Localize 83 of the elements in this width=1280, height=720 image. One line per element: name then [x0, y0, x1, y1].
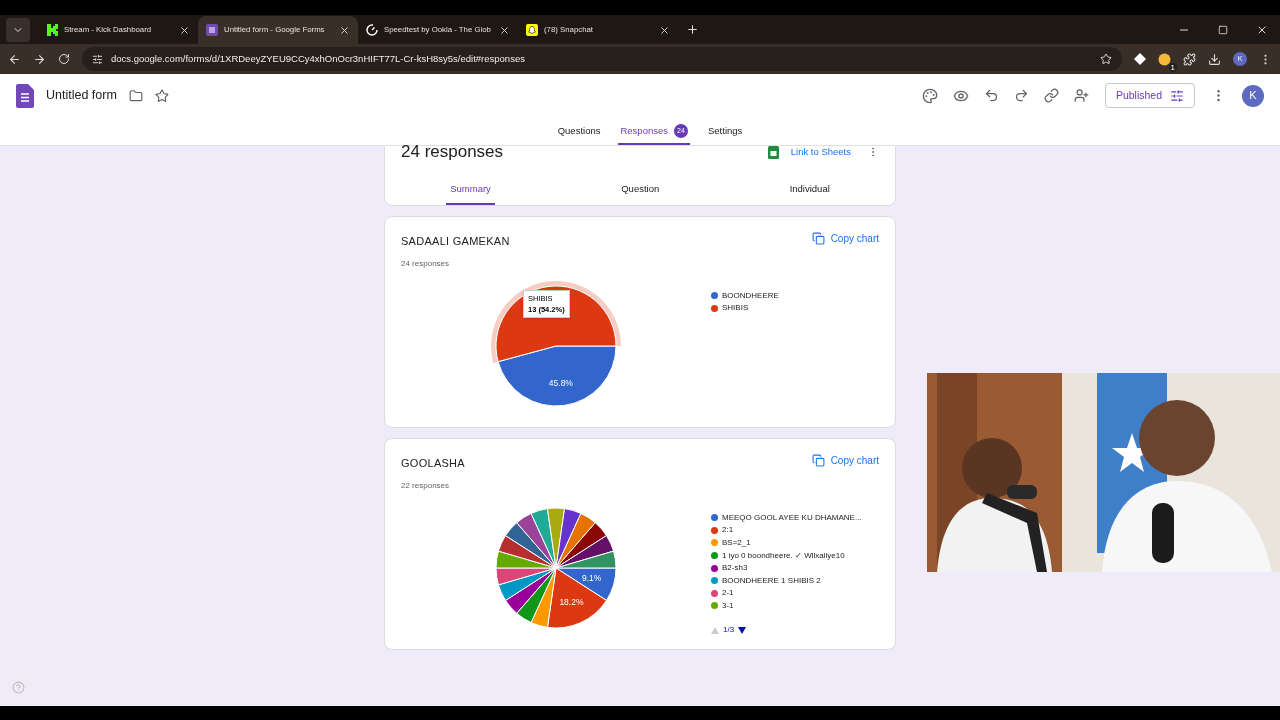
form-title[interactable]: Untitled form	[46, 86, 117, 106]
slice-label: 9.1%	[582, 573, 602, 584]
legend-label: BOONDHEERE	[722, 289, 779, 302]
question-title: GOOLASHA	[401, 456, 465, 471]
sliders-icon	[1170, 88, 1184, 103]
new-tab-icon[interactable]	[686, 23, 699, 36]
palette-icon[interactable]	[921, 87, 938, 104]
view-tab[interactable]: Individual	[785, 175, 834, 205]
responses-heading: 24 responses	[401, 141, 505, 164]
pie-slice[interactable]	[555, 535, 615, 569]
close-icon[interactable]	[659, 24, 670, 36]
star-icon[interactable]	[154, 88, 169, 103]
page-down-icon[interactable]	[738, 626, 747, 634]
pager-text: 1/3	[723, 624, 735, 637]
link-icon[interactable]	[1043, 88, 1059, 104]
pie-slice[interactable]	[497, 567, 557, 602]
pie-slice[interactable]	[516, 567, 557, 624]
pie-slice[interactable]	[546, 507, 566, 569]
copy-chart-button[interactable]: Copy chart	[811, 453, 879, 468]
reload-icon[interactable]	[58, 53, 70, 65]
pie-slice[interactable]	[546, 567, 607, 629]
copy-chart-button[interactable]: Copy chart	[811, 231, 879, 246]
legend-label: 2:1	[722, 524, 734, 537]
form-nav-tab[interactable]: Settings	[706, 119, 745, 145]
pie-slice[interactable]	[555, 550, 617, 569]
slice-label: 45.8%	[548, 378, 573, 389]
extension-badge: 1	[1168, 62, 1177, 72]
form-nav-tab[interactable]: Questions	[555, 119, 603, 145]
close-icon[interactable]	[179, 24, 190, 36]
view-tab[interactable]: Summary	[446, 175, 495, 205]
legend-label: 1 iyo 0 boondheere. ✓ Wllxaliye10	[722, 549, 845, 562]
tab-search-button[interactable]	[6, 18, 30, 42]
account-avatar[interactable]: K	[1242, 84, 1264, 107]
pie-slice[interactable]	[555, 513, 596, 569]
forward-icon[interactable]	[33, 52, 46, 66]
site-info-icon[interactable]	[92, 53, 103, 65]
close-icon[interactable]	[1256, 24, 1268, 36]
redo-icon[interactable]	[1013, 88, 1029, 104]
bookmark-star-icon[interactable]	[1100, 53, 1112, 65]
slice-label: 18.2%	[559, 597, 584, 608]
undo-icon[interactable]	[983, 88, 999, 104]
close-icon[interactable]	[499, 24, 510, 36]
pie-slice[interactable]	[555, 522, 607, 569]
response-count: 22 responses	[401, 479, 450, 492]
pie-slice[interactable]	[505, 522, 557, 569]
address-bar[interactable]: docs.google.com/forms/d/1XRDeeyZYEU9CCy4xhOnOcr3nHIFT77L-Cr-ksH8sy5s/edit#responses	[82, 47, 1122, 71]
legend-label: SHIBIS	[722, 302, 749, 315]
form-icon	[206, 24, 218, 36]
folder-icon[interactable]	[128, 88, 143, 103]
pie-slice[interactable]	[530, 508, 557, 569]
close-icon[interactable]	[339, 24, 350, 36]
legend-label: BS=2_1	[722, 537, 751, 549]
legend-label: BOONDHEERE 1 SHIBIS 2	[722, 574, 821, 587]
extensions-icon[interactable]	[1183, 52, 1196, 66]
restore-icon[interactable]	[1218, 25, 1228, 35]
legend-label: 2-1	[722, 587, 734, 600]
ghost-icon	[526, 24, 538, 36]
copy-icon	[811, 454, 825, 467]
download-icon[interactable]	[1208, 52, 1221, 66]
link-to-sheets-link[interactable]: Link to Sheets	[790, 144, 851, 160]
pie-slice[interactable]	[555, 508, 582, 569]
url-text: docs.google.com/forms/d/1XRDeeyZYEU9CCy4xhOnOcr3nHIFT77L-Cr-ksH8sy5s/edit#responses	[111, 51, 526, 66]
legend-label: B2-sh3	[722, 562, 748, 575]
pie-slice[interactable]	[505, 567, 557, 615]
sheets-icon[interactable]	[767, 145, 779, 159]
pie-slice[interactable]	[497, 345, 617, 407]
extension-icon[interactable]	[1134, 53, 1146, 65]
copy-icon	[811, 232, 825, 245]
response-count: 24 responses	[401, 257, 450, 270]
published-button[interactable]: Published	[1104, 83, 1195, 109]
legend-label: 3-1	[722, 599, 734, 612]
question-title: SADAALI GAMEKAN	[401, 234, 510, 249]
letter-k-icon	[46, 24, 58, 36]
add-collaborator-icon[interactable]	[1073, 88, 1089, 104]
view-tab[interactable]: Question	[617, 175, 664, 205]
pie-slice[interactable]	[495, 550, 557, 569]
pie-slice[interactable]	[497, 535, 557, 569]
pie-slice[interactable]	[516, 513, 557, 569]
extension-icon[interactable]	[1158, 52, 1171, 66]
legend-label: MEEQO GOOL AYEE KU DHAMANE...	[722, 511, 862, 524]
forms-logo-icon	[16, 83, 34, 108]
back-icon[interactable]	[8, 52, 21, 66]
gauge-icon	[366, 24, 378, 36]
